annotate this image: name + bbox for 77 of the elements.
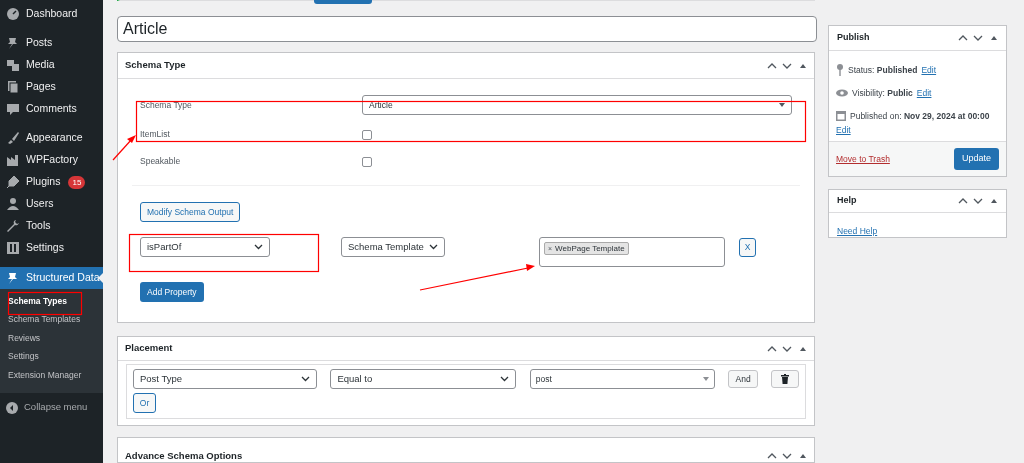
chevron-icon bbox=[499, 376, 509, 382]
annotation-arrow bbox=[112, 135, 136, 161]
menu-item[interactable]: Plugins 15 bbox=[0, 171, 103, 193]
brush-icon bbox=[6, 131, 20, 145]
field-label: Schema Type bbox=[140, 98, 193, 112]
menu-item[interactable]: Pages bbox=[0, 76, 103, 98]
select-field[interactable]: Article bbox=[362, 95, 792, 115]
title-field[interactable]: Article bbox=[117, 16, 817, 42]
eye-icon bbox=[836, 89, 848, 98]
media-icon bbox=[6, 58, 20, 72]
submenu-item[interactable]: Schema Templates bbox=[0, 310, 103, 329]
edit-link[interactable]: Edit bbox=[836, 124, 851, 137]
wrench-icon bbox=[6, 219, 20, 233]
chevron-icon bbox=[254, 244, 263, 250]
visibility-text: Visibility: Public bbox=[852, 86, 913, 100]
box-title: Help bbox=[837, 194, 857, 208]
need-help-link[interactable]: Need Help bbox=[837, 226, 878, 236]
status-text: Status: Published bbox=[848, 64, 918, 77]
pin-icon bbox=[836, 64, 844, 77]
count-badge: 15 bbox=[68, 175, 86, 189]
submenu-item[interactable]: Reviews bbox=[0, 329, 103, 348]
add-property-button[interactable]: Add Property bbox=[140, 282, 204, 302]
factory-icon bbox=[6, 153, 20, 167]
select-field[interactable]: Schema Template bbox=[341, 237, 445, 257]
pages-icon bbox=[6, 80, 20, 94]
panel-arrows-icon[interactable] bbox=[958, 33, 998, 43]
field-label: Speakable bbox=[140, 155, 182, 168]
panel-arrows-icon[interactable] bbox=[958, 196, 998, 206]
menu-item[interactable]: Media bbox=[0, 54, 103, 76]
pin-icon bbox=[6, 36, 20, 50]
edit-link[interactable]: Edit bbox=[921, 64, 937, 77]
menu-item[interactable]: Collapse menu bbox=[0, 396, 103, 419]
speech-bubble-icon bbox=[6, 102, 20, 116]
delete-button[interactable] bbox=[771, 370, 799, 388]
box-title: Publish bbox=[837, 31, 870, 45]
menu-item[interactable]: Comments bbox=[0, 98, 103, 120]
move-to-trash-link[interactable]: Move to Trash bbox=[836, 152, 890, 166]
menu-item[interactable]: Appearance bbox=[0, 127, 103, 149]
submenu-item[interactable]: Schema Types bbox=[0, 292, 103, 311]
or-button[interactable]: Or bbox=[133, 393, 156, 414]
chevron-icon bbox=[301, 376, 311, 382]
checkbox[interactable] bbox=[362, 156, 372, 167]
panel-title: Schema Type bbox=[125, 58, 186, 73]
select-field[interactable]: isPartOf bbox=[140, 237, 270, 257]
plug-icon bbox=[6, 175, 20, 189]
trash-icon bbox=[781, 374, 790, 384]
person-icon bbox=[6, 197, 20, 211]
panel-title: Advance Schema Options bbox=[125, 449, 243, 463]
panel-title: Placement bbox=[125, 341, 173, 356]
gauge-icon bbox=[6, 7, 20, 21]
modify-schema-button[interactable]: Modify Schema Output bbox=[140, 202, 241, 222]
select-field[interactable]: post bbox=[529, 369, 716, 389]
chevron-icon bbox=[429, 244, 438, 250]
menu-item[interactable]: Tools bbox=[0, 215, 103, 237]
menu-item[interactable]: Dashboard bbox=[0, 3, 103, 25]
update-button[interactable]: Update bbox=[953, 148, 999, 170]
published-date-text: Published on: Nov 29, 2024 at 00:00 bbox=[850, 109, 990, 123]
calendar-icon bbox=[836, 110, 846, 122]
remove-button[interactable]: X bbox=[739, 238, 756, 257]
select-field[interactable]: Post Type bbox=[133, 369, 318, 389]
menu-item[interactable]: Users bbox=[0, 193, 103, 215]
submenu-item[interactable]: Extension Manager bbox=[0, 366, 103, 385]
caret-icon bbox=[703, 377, 710, 381]
pin-icon bbox=[6, 271, 20, 285]
and-button[interactable]: And bbox=[728, 370, 759, 388]
edit-link[interactable]: Edit bbox=[916, 86, 932, 100]
menu-item[interactable]: Posts bbox=[0, 32, 103, 54]
menu-item[interactable]: Structured Data bbox=[0, 267, 103, 289]
field-label: ItemList bbox=[140, 128, 171, 141]
menu-item[interactable]: WPFactory bbox=[0, 149, 103, 171]
select-field[interactable]: Equal to bbox=[330, 369, 516, 389]
menu-item[interactable]: Settings bbox=[0, 237, 103, 259]
checkbox[interactable] bbox=[362, 129, 372, 140]
sliders-icon bbox=[6, 241, 20, 255]
pointer-icon bbox=[98, 273, 103, 283]
caret-icon bbox=[779, 103, 785, 107]
submenu-item[interactable]: Settings bbox=[0, 347, 103, 366]
